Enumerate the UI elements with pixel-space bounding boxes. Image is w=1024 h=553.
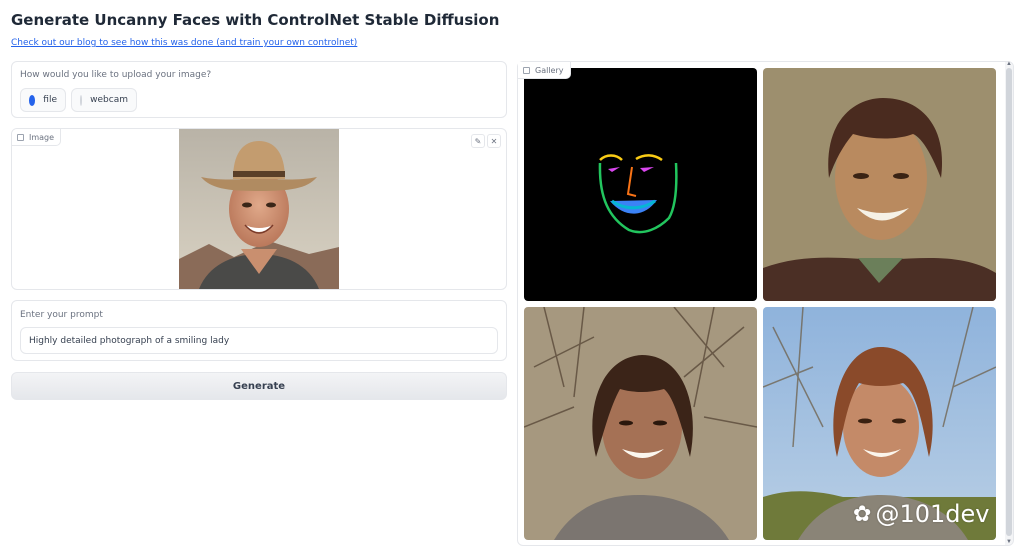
generated-face-1-image [763, 68, 996, 301]
radio-unchecked-icon [80, 94, 83, 106]
prompt-panel: Enter your prompt Highly detailed photog… [11, 300, 507, 361]
face-landmarks-image [524, 68, 757, 301]
gallery-tag-label: Gallery [535, 65, 564, 75]
generated-face-2-image [524, 307, 757, 540]
scroll-up-icon[interactable]: ▲ [1006, 61, 1012, 67]
paw-logo-icon: ✿ [853, 501, 872, 527]
edit-image-button[interactable]: ✎ [471, 134, 485, 148]
scroll-down-icon[interactable]: ▼ [1006, 539, 1012, 545]
generate-button[interactable]: Generate [11, 372, 507, 400]
gallery-tag: Gallery [518, 62, 571, 79]
uploaded-image [179, 129, 339, 289]
gallery-item-face-1[interactable] [763, 68, 996, 301]
page-title: Generate Uncanny Faces with ControlNet S… [11, 11, 500, 29]
blog-link[interactable]: Check out our blog to see how this was d… [11, 38, 357, 48]
image-tag-label: Image [29, 132, 55, 142]
close-icon: ✕ [490, 136, 498, 146]
clear-image-button[interactable]: ✕ [487, 134, 501, 148]
gallery-icon [523, 66, 530, 74]
prompt-label: Enter your prompt [20, 310, 103, 320]
radio-webcam[interactable]: webcam [71, 88, 137, 112]
watermark: ✿ @101dev [853, 500, 989, 528]
radio-webcam-label: webcam [90, 95, 128, 105]
cowboy-portrait-image [179, 129, 339, 289]
image-icon [17, 133, 24, 141]
radio-file[interactable]: file [20, 88, 66, 112]
radio-checked-icon [29, 94, 36, 106]
app-page: Generate Uncanny Faces with ControlNet S… [0, 0, 1024, 553]
gallery-panel: Gallery ▲ ▼ [517, 61, 1014, 546]
radio-file-label: file [43, 95, 57, 105]
upload-method-panel: How would you like to upload your image?… [11, 61, 507, 118]
image-input-panel[interactable]: Image ✎ ✕ [11, 128, 507, 290]
prompt-input[interactable]: Highly detailed photograph of a smiling … [20, 327, 498, 354]
upload-method-label: How would you like to upload your image? [20, 70, 212, 80]
watermark-text: @101dev [875, 500, 990, 528]
image-tag: Image [12, 129, 62, 146]
pencil-icon: ✎ [474, 136, 482, 146]
gallery-scrollbar[interactable]: ▲ ▼ [1005, 61, 1013, 545]
scrollbar-thumb[interactable] [1006, 68, 1012, 536]
gallery-item-face-2[interactable] [524, 307, 757, 540]
gallery-item-landmarks[interactable] [524, 68, 757, 301]
